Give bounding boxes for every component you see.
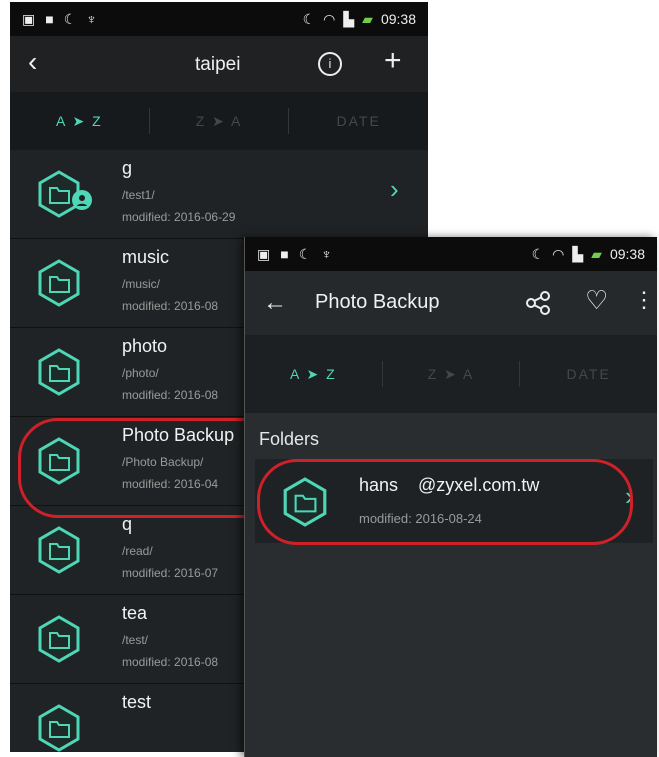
screenshot-icon: ▣ [22,11,36,27]
folder-hex-icon [38,704,80,752]
sort-a-z[interactable]: A ➤ Z [245,366,382,383]
gallery-icon: ■ [45,11,54,27]
clock: 09:38 [609,246,645,262]
folder-hex-icon [283,477,327,527]
moon-icon: ☾ [63,11,77,27]
folder-path: /test1/ [122,188,155,202]
sort-date[interactable]: DATE [520,366,657,382]
status-bar: ▣ ■ ☾ ♆ ☾ ◠ ▙ ▰ 09:38 [245,237,657,271]
folder-hex-icon [38,526,80,574]
sort-z-a[interactable]: Z ➤ A [150,113,289,130]
folder-hex-icon [38,615,80,663]
moon-icon: ☾ [298,246,312,262]
sim-icon: ▙ [343,11,355,27]
list-item[interactable]: g /test1/ modified: 2016-06-29 › [10,150,428,239]
folder-path: /test/ [122,633,149,647]
folder-modified: modified: 2016-08 [122,655,219,669]
info-icon[interactable]: i [318,52,342,76]
folder-modified: modified: 2016-04 [122,477,219,491]
moon-icon: ☾ [531,246,545,262]
page-title: taipei [195,54,241,75]
sim-icon: ▙ [572,246,584,262]
folder-modified: modified: 2016-08 [122,299,219,313]
folder-name: g [122,158,133,178]
app-header: ‹ taipei i + [10,36,428,92]
sort-date[interactable]: DATE [289,113,428,129]
folder-hex-icon [38,348,80,396]
more-options-icon[interactable]: ⋮ [633,287,655,313]
chevron-right-icon[interactable]: › [625,481,634,512]
folder-name: music [122,247,170,267]
share-icon[interactable] [525,291,551,315]
page-title: Photo Backup [315,291,440,313]
folder-modified: modified: 2016-06-29 [122,210,236,224]
shared-user-icon [72,190,92,210]
folder-name: test [122,692,152,712]
favorite-heart-icon[interactable]: ♡ [585,285,608,316]
sort-bar: A ➤ Z Z ➤ A DATE [10,92,428,150]
app-header: ← Photo Backup ♡ ⋮ [245,271,657,335]
battery-icon: ▰ [362,11,373,27]
sort-bar: A ➤ Z Z ➤ A DATE [245,335,657,413]
sort-z-a[interactable]: Z ➤ A [383,366,520,383]
back-button[interactable]: ‹ [28,46,37,78]
wifi-icon: ◠ [323,11,336,27]
usb-icon: ♆ [321,246,332,262]
clock: 09:38 [380,11,416,27]
folder-row[interactable]: hans @zyxel.com.tw modified: 2016-08-24 … [255,459,653,543]
screenshot-icon: ▣ [257,246,271,262]
chevron-right-icon[interactable]: › [390,174,399,205]
folder-path: /photo/ [122,366,159,380]
phone-photo-backup-screen: ▣ ■ ☾ ♆ ☾ ◠ ▙ ▰ 09:38 ← Photo Backup ♡ ⋮… [244,237,657,757]
folder-name: tea [122,603,148,623]
folder-hex-icon [38,437,80,485]
battery-icon: ▰ [591,246,602,262]
section-label: Folders [259,429,320,449]
folder-name: photo [122,336,168,356]
sort-a-z[interactable]: A ➤ Z [10,113,149,130]
wifi-icon: ◠ [552,246,565,262]
moon-icon: ☾ [302,11,316,27]
folder-name: q [122,514,133,534]
folder-name: Photo Backup [122,425,235,445]
back-arrow-icon[interactable]: ← [263,289,287,317]
status-bar: ▣ ■ ☾ ♆ ☾ ◠ ▙ ▰ 09:38 [10,2,428,36]
folder-hex-icon [38,259,80,307]
folder-name: hans @zyxel.com.tw [359,475,540,495]
add-button[interactable]: + [384,44,402,78]
folder-path: /Photo Backup/ [122,455,204,469]
folder-modified: modified: 2016-07 [122,566,219,580]
folder-path: /music/ [122,277,161,291]
folder-modified: modified: 2016-08-24 [359,511,482,526]
gallery-icon: ■ [280,246,289,262]
folder-modified: modified: 2016-08 [122,388,219,402]
folder-path: /read/ [122,544,153,558]
usb-icon: ♆ [86,11,97,27]
